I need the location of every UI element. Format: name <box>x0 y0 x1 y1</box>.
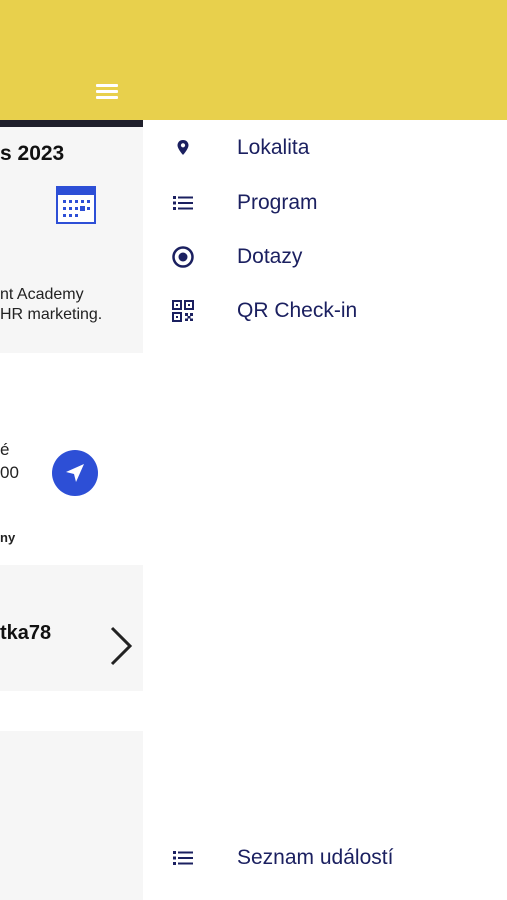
event-title: s 2023 <box>0 142 65 165</box>
navigation-arrow-icon <box>66 464 84 482</box>
side-drawer: Lokalita Program Dotazy QR Check-in Sezn… <box>143 0 507 900</box>
menu-item-label: QR Check-in <box>237 299 358 322</box>
chevron-right-icon[interactable] <box>108 626 134 666</box>
location-line: é <box>0 440 10 459</box>
underlying-screen: s 2023 nt Academy HR marketing. é 00 ny … <box>0 0 143 900</box>
description-line: nt Academy <box>0 286 84 303</box>
top-app-bar <box>0 0 143 120</box>
navigate-button[interactable] <box>52 450 98 496</box>
menu-item-qr-check-in[interactable]: QR Check-in <box>143 286 507 336</box>
menu-item-seznam-udalosti[interactable]: Seznam událostí <box>143 833 507 883</box>
qr-code-icon <box>172 300 194 322</box>
menu-item-program[interactable]: Program <box>143 178 507 228</box>
target-icon <box>172 246 194 268</box>
drawer-header <box>143 0 507 120</box>
menu-item-label: Lokalita <box>237 136 310 159</box>
menu-item-label: Seznam událostí <box>237 846 394 869</box>
menu-item-label: Program <box>237 191 318 214</box>
list-icon <box>173 851 193 865</box>
bottom-card <box>0 731 143 900</box>
code-text: tka78 <box>0 622 52 644</box>
calendar-icon[interactable] <box>56 186 96 224</box>
event-description: nt Academy HR marketing. <box>0 285 102 325</box>
location-note: ny <box>0 530 16 545</box>
menu-item-label: Dotazy <box>237 245 303 268</box>
header-divider <box>0 120 143 127</box>
location-pin-icon <box>177 140 189 155</box>
location-line: 00 <box>0 463 19 482</box>
menu-item-dotazy[interactable]: Dotazy <box>143 232 507 282</box>
hamburger-menu-icon[interactable] <box>96 82 120 100</box>
description-line: HR marketing. <box>0 306 103 323</box>
list-icon <box>173 196 193 210</box>
menu-item-lokalita[interactable]: Lokalita <box>143 123 507 173</box>
